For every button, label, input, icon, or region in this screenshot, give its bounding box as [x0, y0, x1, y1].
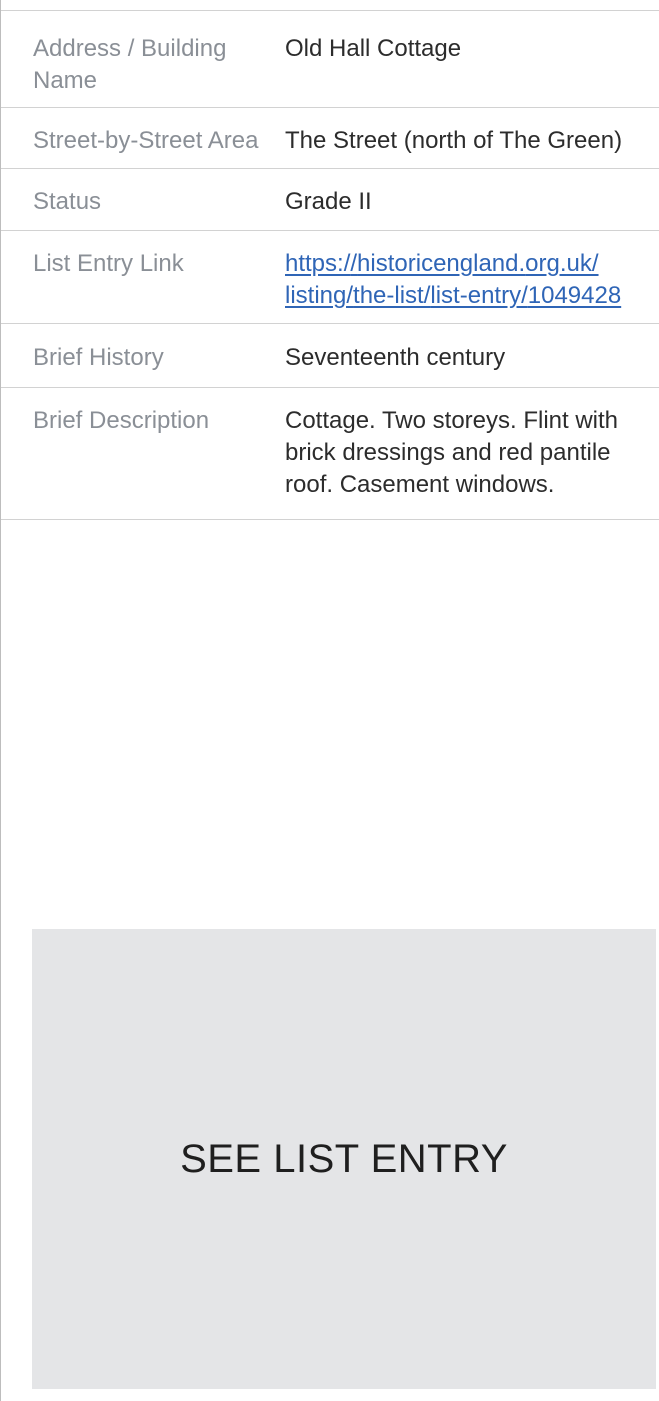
address-value: Old Hall Cottage [285, 35, 462, 62]
table-row-address: Address / Building Name Old Hall Cottage [1, 11, 659, 108]
list-entry-link[interactable]: https://historicengland.org.uk/listing/t… [285, 250, 621, 309]
area-value: The Street (north of The Green) [285, 127, 623, 154]
list-entry-link-cell: https://historicengland.org.uk/listing/t… [285, 231, 659, 324]
table-row-status: Status Grade II [1, 169, 659, 231]
page-container: Address / Building Name Old Hall Cottage… [0, 0, 659, 1401]
status-label: Status [33, 188, 102, 215]
status-value: Grade II [285, 188, 372, 215]
see-list-entry-label: SEE LIST ENTRY [180, 1136, 508, 1181]
listing-details-table: Address / Building Name Old Hall Cottage… [1, 10, 659, 520]
address-label: Address / Building Name [33, 35, 227, 94]
brief-history-value: Seventeenth century [285, 344, 506, 371]
table-row-brief-description: Brief Description Cottage. Two storeys. … [1, 388, 659, 520]
table-row-list-entry-link: List Entry Link https://historicengland.… [1, 231, 659, 324]
brief-description-value: Cottage. Two storeys. Flint with brick d… [285, 407, 619, 498]
area-label: Street-by-Street Area [33, 127, 259, 154]
table-row-area: Street-by-Street Area The Street (north … [1, 108, 659, 169]
brief-history-label: Brief History [33, 344, 164, 371]
see-list-entry-button[interactable]: SEE LIST ENTRY [32, 929, 656, 1389]
brief-description-label: Brief Description [33, 407, 210, 434]
table-row-brief-history: Brief History Seventeenth century [1, 324, 659, 388]
list-entry-link-label: List Entry Link [33, 250, 184, 277]
